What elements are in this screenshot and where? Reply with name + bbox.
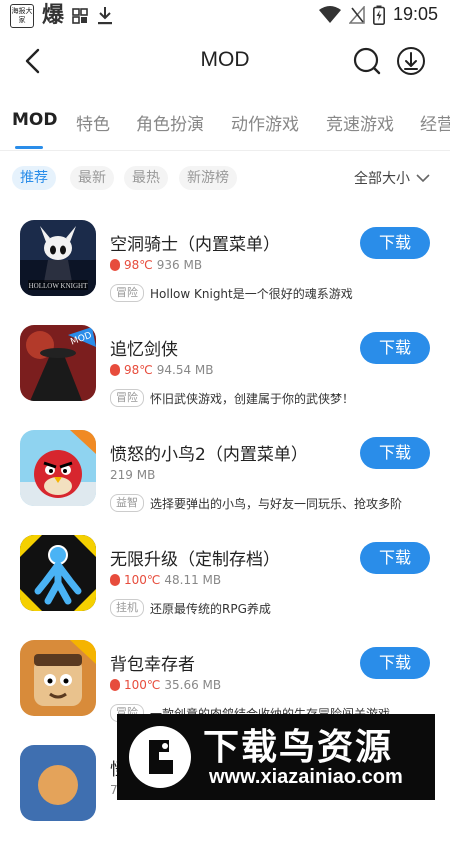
category-tabs: MOD 特色 角色扮演 动作游戏 竞速游戏 经营 bbox=[0, 100, 450, 144]
download-button[interactable]: 下载 bbox=[360, 647, 430, 679]
app-name: 空洞骑士（内置菜单） bbox=[110, 235, 280, 255]
app-meta: 100℃ 48.11 MB bbox=[110, 573, 221, 587]
tab-management[interactable]: 经营 bbox=[420, 110, 450, 135]
app-meta: 98℃ 94.54 MB bbox=[110, 363, 214, 377]
file-size: 219 MB bbox=[110, 468, 156, 482]
battery-icon bbox=[372, 5, 385, 25]
app-meta: 98℃ 936 MB bbox=[110, 258, 202, 272]
partial-app-icon bbox=[20, 745, 96, 821]
thermometer-icon bbox=[110, 679, 120, 691]
tab-mod[interactable]: MOD bbox=[12, 110, 57, 130]
filter-hottest[interactable]: 最热 bbox=[124, 166, 168, 190]
watermark-title: 下载鸟资源 bbox=[203, 727, 394, 768]
file-size: 94.54 MB bbox=[156, 363, 214, 377]
status-bar: 海报大家 爆 19:05 bbox=[0, 0, 450, 32]
app-description-line: 冒险 Hollow Knight是一个很好的魂系游戏 bbox=[110, 284, 440, 302]
status-bar-left: 海报大家 爆 bbox=[10, 4, 114, 28]
genre-tag: 挂机 bbox=[110, 599, 144, 617]
list-item[interactable]: 愤怒的小鸟2（内置菜单） 219 MB 益智 选择要弹出的小鸟，与好友一同玩乐、… bbox=[0, 430, 450, 535]
size-filter-dropdown[interactable]: 全部大小 bbox=[354, 168, 430, 188]
app-name: 愤怒的小鸟2（内置菜单） bbox=[110, 445, 308, 465]
thermometer-icon bbox=[110, 259, 120, 271]
top-bar: MOD bbox=[0, 36, 450, 86]
heat-value: 98℃ bbox=[124, 363, 153, 377]
file-size: 35.66 MB bbox=[164, 678, 222, 692]
app-name: 背包幸存者 bbox=[110, 655, 195, 675]
list-item[interactable]: MOD 追忆剑侠 98℃ 94.54 MB 冒险 怀旧武侠游戏，创建属于你的武侠… bbox=[0, 325, 450, 430]
filter-new-games-chart[interactable]: 新游榜 bbox=[179, 166, 237, 190]
app-name: 无限升级（定制存档） bbox=[110, 550, 280, 570]
download-button[interactable]: 下载 bbox=[360, 227, 430, 259]
file-size: 936 MB bbox=[156, 258, 203, 272]
app-badge-icon: 海报大家 bbox=[10, 4, 34, 28]
heat-value: 100℃ bbox=[124, 678, 161, 692]
genre-tag: 冒险 bbox=[110, 284, 144, 302]
bird-logo-icon bbox=[129, 726, 191, 788]
tab-racing[interactable]: 竞速游戏 bbox=[326, 110, 394, 135]
tab-action[interactable]: 动作游戏 bbox=[231, 110, 299, 135]
infinite-upgrade-app-icon bbox=[20, 535, 96, 611]
chevron-down-icon bbox=[416, 174, 430, 183]
app-name: 追忆剑侠 bbox=[110, 340, 178, 360]
list-item[interactable]: 无限升级（定制存档） 100℃ 48.11 MB 挂机 还原最传统的RPG养成 … bbox=[0, 535, 450, 640]
filter-bar: 推荐 最新 最热 新游榜 全部大小 bbox=[0, 166, 450, 192]
no-signal-icon bbox=[348, 5, 365, 24]
search-icon[interactable] bbox=[350, 44, 384, 78]
app-description: 还原最传统的RPG养成 bbox=[150, 601, 271, 616]
wuxia-app-icon: MOD bbox=[20, 325, 96, 401]
watermark-banner: 下载鸟资源 www.xiazainiao.com bbox=[117, 714, 435, 800]
tab-rpg[interactable]: 角色扮演 bbox=[136, 110, 204, 135]
backpack-survivor-app-icon bbox=[20, 640, 96, 716]
download-status-icon bbox=[98, 7, 113, 25]
app-description-line: 益智 选择要弹出的小鸟，与好友一同玩乐、抢攻多阶 bbox=[110, 494, 440, 512]
wifi-icon bbox=[318, 5, 341, 23]
app-description: 选择要弹出的小鸟，与好友一同玩乐、抢攻多阶 bbox=[150, 496, 403, 511]
bao-icon: 爆 bbox=[42, 3, 65, 28]
tab-divider bbox=[0, 150, 450, 151]
thermometer-icon bbox=[110, 364, 120, 376]
app-description-line: 挂机 还原最传统的RPG养成 bbox=[110, 599, 440, 617]
active-tab-indicator bbox=[15, 146, 43, 149]
download-button[interactable]: 下载 bbox=[360, 332, 430, 364]
download-manager-icon[interactable] bbox=[394, 44, 428, 78]
grid-icon bbox=[72, 8, 88, 24]
list-item[interactable]: HOLLOW KNIGHT 空洞骑士（内置菜单） 98℃ 936 MB 冒险 H… bbox=[0, 220, 450, 325]
file-size: 48.11 MB bbox=[164, 573, 222, 587]
app-meta: 219 MB bbox=[110, 468, 155, 482]
size-filter-label: 全部大小 bbox=[354, 171, 410, 187]
download-button[interactable]: 下载 bbox=[360, 542, 430, 574]
tab-featured[interactable]: 特色 bbox=[76, 110, 110, 135]
heat-value: 98℃ bbox=[124, 258, 153, 272]
status-bar-right: 19:05 bbox=[318, 4, 438, 25]
svg-text:HOLLOW KNIGHT: HOLLOW KNIGHT bbox=[29, 282, 88, 290]
app-description-line: 冒险 怀旧武侠游戏，创建属于你的武侠梦！ bbox=[110, 389, 440, 407]
genre-tag: 益智 bbox=[110, 494, 144, 512]
hollow-knight-app-icon: HOLLOW KNIGHT bbox=[20, 220, 96, 296]
download-button[interactable]: 下载 bbox=[360, 437, 430, 469]
bird-logo-glyph bbox=[149, 740, 173, 774]
app-description: 怀旧武侠游戏，创建属于你的武侠梦！ bbox=[150, 391, 355, 406]
watermark-url: www.xiazainiao.com bbox=[209, 766, 403, 788]
app-description: Hollow Knight是一个很好的魂系游戏 bbox=[150, 286, 353, 301]
genre-tag: 冒险 bbox=[110, 389, 144, 407]
thermometer-icon bbox=[110, 574, 120, 586]
angry-birds-app-icon bbox=[20, 430, 96, 506]
filter-recommended[interactable]: 推荐 bbox=[12, 166, 56, 190]
filter-latest[interactable]: 最新 bbox=[70, 166, 114, 190]
app-meta: 100℃ 35.66 MB bbox=[110, 678, 221, 692]
heat-value: 100℃ bbox=[124, 573, 161, 587]
clock: 19:05 bbox=[392, 4, 438, 24]
